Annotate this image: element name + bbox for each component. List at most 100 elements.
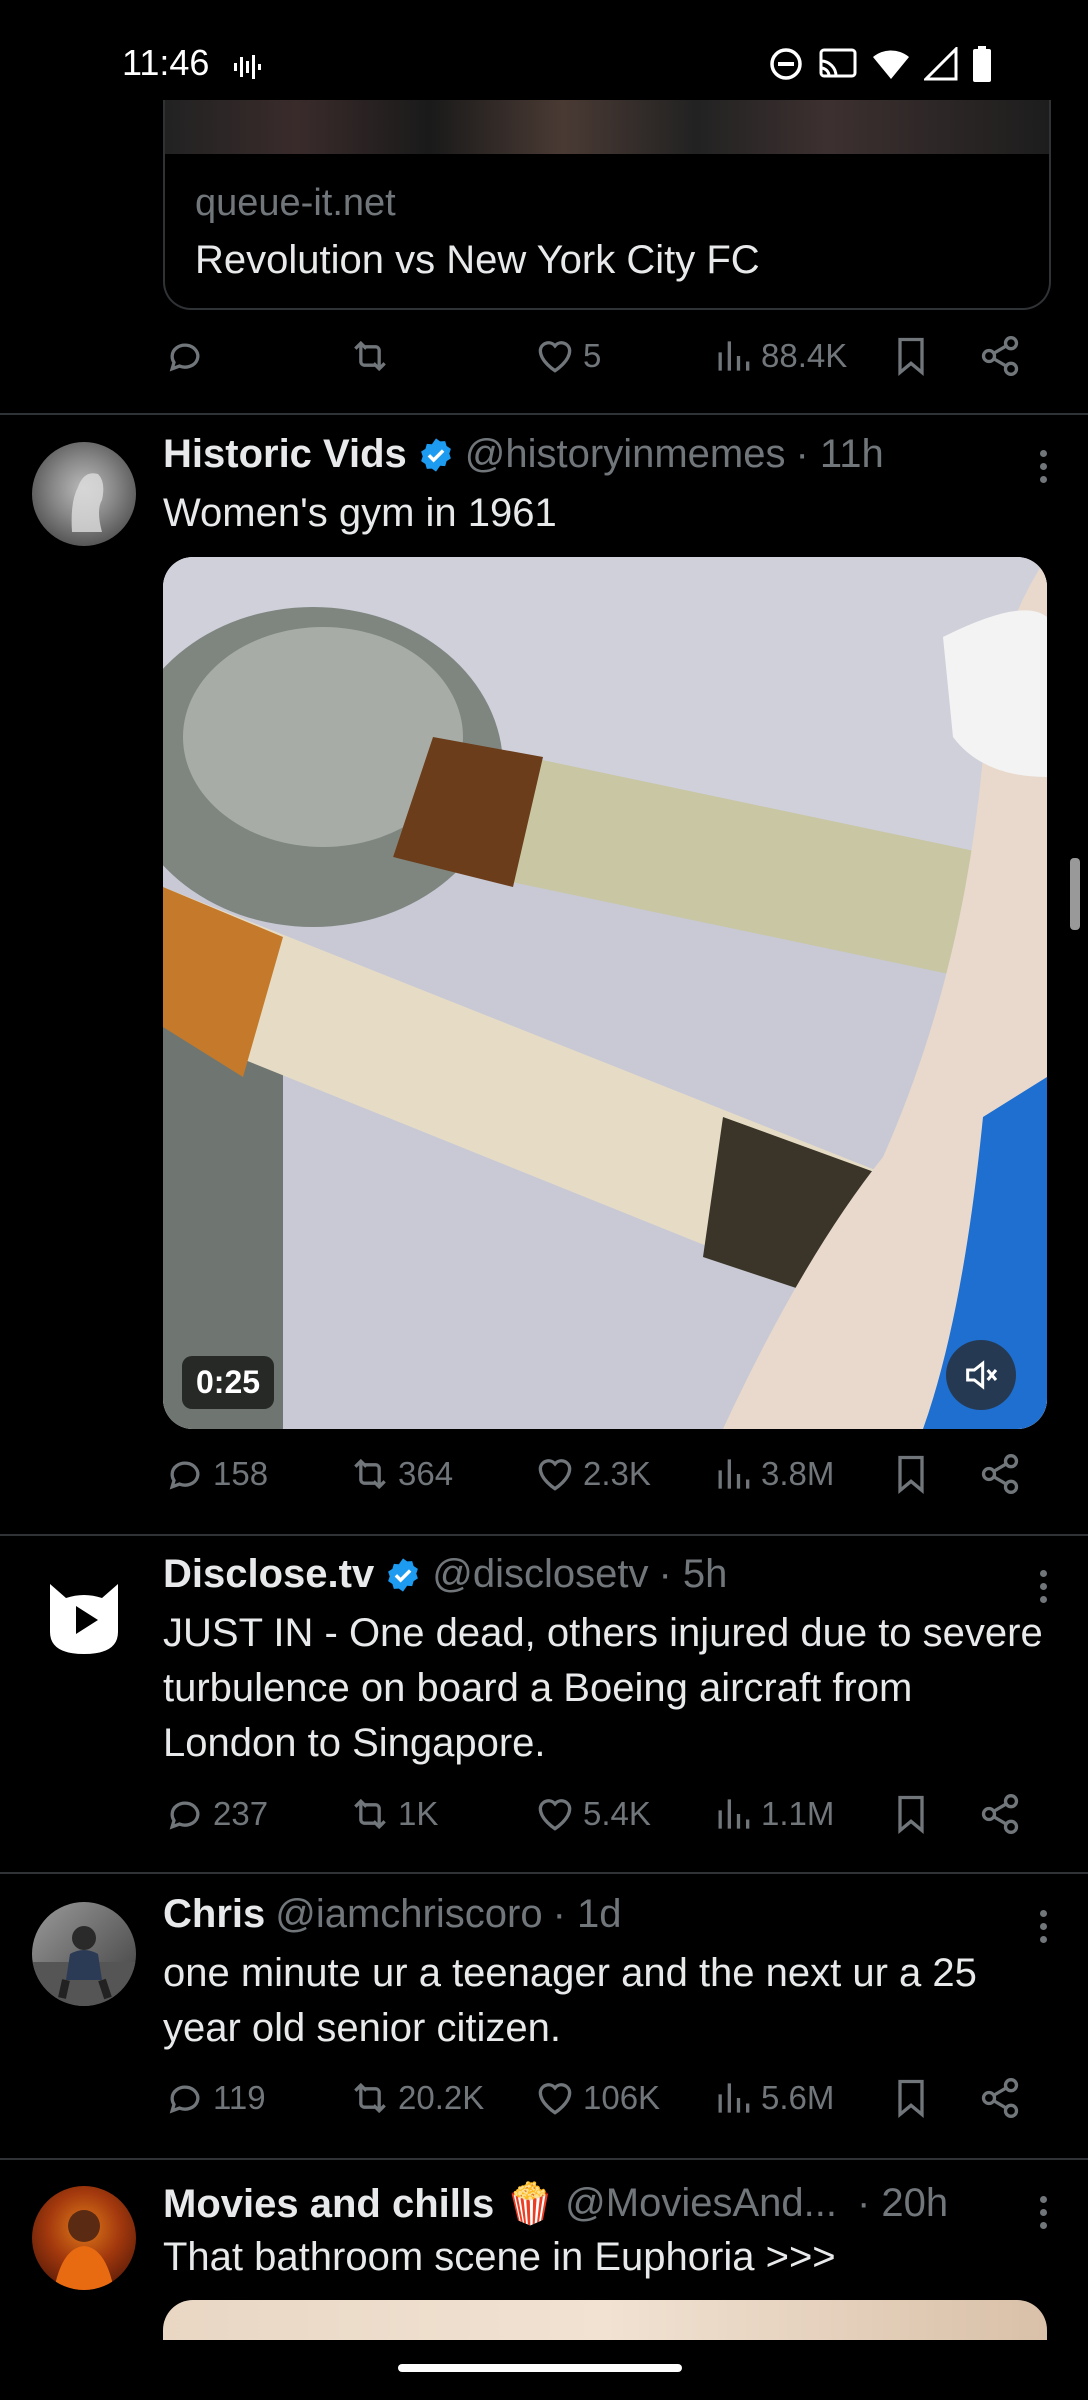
like-count: 5.4K xyxy=(583,1795,651,1832)
retweet-count: 1K xyxy=(398,1795,439,1832)
link-domain: queue-it.net xyxy=(195,182,396,224)
heart-icon xyxy=(538,341,572,373)
tweet-header: Movies and chills 🍿 @MoviesAnd... · 20h xyxy=(163,2180,948,2227)
action-bar: 158 364 2.3K 3.8M xyxy=(163,1452,1043,1512)
avatar[interactable] xyxy=(32,1902,136,2006)
action-bar: 119 20.2K 106K 5.6M xyxy=(163,2076,1043,2136)
reply-icon xyxy=(169,1461,200,1490)
tweet-text: one minute ur a teenager and the next ur… xyxy=(163,1951,977,2050)
divider xyxy=(0,413,1088,415)
share-button[interactable] xyxy=(978,2076,1022,2120)
more-options-icon[interactable] xyxy=(1040,1564,1050,1609)
dnd-icon xyxy=(770,48,802,80)
bookmark-button[interactable] xyxy=(889,1792,933,1836)
more-options-icon[interactable] xyxy=(1040,1904,1050,1949)
views-icon xyxy=(718,1459,750,1489)
share-icon xyxy=(981,1454,1019,1494)
bookmark-button[interactable] xyxy=(889,2076,933,2120)
avatar[interactable] xyxy=(32,442,136,546)
heart-icon xyxy=(538,2083,572,2115)
more-options-icon[interactable] xyxy=(1040,2190,1050,2235)
handle[interactable]: @disclosetv xyxy=(432,1552,648,1597)
handle[interactable]: @iamchriscoro xyxy=(275,1892,542,1937)
link-preview-image xyxy=(165,100,1049,154)
display-name[interactable]: Chris xyxy=(163,1892,265,1937)
views-count: 88.4K xyxy=(761,337,848,374)
retweet-count: 364 xyxy=(398,1455,454,1492)
reply-button[interactable] xyxy=(163,334,207,378)
verified-badge-icon xyxy=(420,437,451,472)
views-button[interactable]: 88.4K xyxy=(711,334,847,378)
media-preview[interactable] xyxy=(163,2300,1047,2340)
retweet-button[interactable]: 1K xyxy=(348,1792,438,1836)
like-button[interactable]: 106K xyxy=(533,2076,660,2120)
views-count: 3.8M xyxy=(761,1455,835,1492)
action-bar: 237 1K 5.4K 1.1M xyxy=(163,1792,1043,1852)
views-count: 1.1M xyxy=(761,1795,835,1832)
share-icon xyxy=(981,336,1019,376)
share-button[interactable] xyxy=(978,334,1022,378)
share-button[interactable] xyxy=(978,1452,1022,1496)
display-name[interactable]: Historic Vids xyxy=(163,432,407,477)
heart-icon xyxy=(538,1459,572,1491)
reply-icon xyxy=(169,1801,200,1830)
like-button[interactable]: 5 xyxy=(533,334,601,378)
wifi-icon xyxy=(873,50,909,79)
retweet-icon xyxy=(354,2082,386,2114)
cell-signal-icon xyxy=(924,47,958,81)
avatar[interactable] xyxy=(32,2186,136,2290)
retweet-button[interactable]: 20.2K xyxy=(348,2076,484,2120)
handle[interactable]: @MoviesAnd... xyxy=(565,2181,837,2226)
views-icon xyxy=(718,2083,750,2113)
link-title[interactable]: Revolution vs New York City FC xyxy=(195,238,760,283)
tweet-text: That bathroom scene in Euphoria >>> xyxy=(163,2235,836,2279)
retweet-count: 20.2K xyxy=(398,2079,485,2116)
share-icon xyxy=(981,1794,1019,1834)
status-icons xyxy=(768,46,992,82)
bookmark-icon xyxy=(898,1795,924,1835)
divider xyxy=(0,1534,1088,1536)
timestamp: · 11h xyxy=(795,432,884,476)
bookmark-icon xyxy=(898,1455,924,1495)
video-duration: 0:25 xyxy=(182,1356,275,1409)
views-icon xyxy=(718,341,750,371)
status-time: 11:46 xyxy=(122,42,210,83)
bookmark-icon xyxy=(898,337,924,377)
like-count: 5 xyxy=(583,337,602,374)
video-player[interactable] xyxy=(163,557,1047,1429)
scrollbar[interactable] xyxy=(1070,858,1080,930)
views-button[interactable]: 1.1M xyxy=(711,1792,834,1836)
handle[interactable]: @historyinmemes xyxy=(465,432,786,477)
retweet-icon xyxy=(354,1798,386,1830)
bookmark-button[interactable] xyxy=(889,1452,933,1496)
like-count: 2.3K xyxy=(583,1455,651,1492)
home-gesture-bar[interactable] xyxy=(398,2364,682,2372)
views-button[interactable]: 3.8M xyxy=(711,1452,834,1496)
timestamp: · 1d xyxy=(552,1892,622,1936)
retweet-button[interactable]: 364 xyxy=(348,1452,453,1496)
views-icon xyxy=(718,1799,750,1829)
reply-icon xyxy=(169,343,200,372)
verified-badge-icon xyxy=(388,1557,419,1592)
volume-muted-icon xyxy=(966,1360,998,1390)
like-button[interactable]: 2.3K xyxy=(533,1452,651,1496)
bookmark-icon xyxy=(898,2079,924,2119)
retweet-button[interactable] xyxy=(348,334,392,378)
reply-button[interactable]: 237 xyxy=(163,1792,268,1836)
share-button[interactable] xyxy=(978,1792,1022,1836)
tweet-text: JUST IN - One dead, others injured due t… xyxy=(163,1611,1043,1765)
reply-button[interactable]: 158 xyxy=(163,1452,268,1496)
display-name[interactable]: Movies and chills 🍿 xyxy=(163,2180,555,2227)
like-button[interactable]: 5.4K xyxy=(533,1792,651,1836)
mute-button[interactable] xyxy=(946,1340,1016,1410)
action-bar: 5 88.4K xyxy=(163,334,1043,394)
reply-count: 119 xyxy=(213,2079,266,2116)
more-options-icon[interactable] xyxy=(1040,444,1050,489)
views-count: 5.6M xyxy=(761,2079,835,2116)
bookmark-button[interactable] xyxy=(889,334,933,378)
display-name[interactable]: Disclose.tv xyxy=(163,1552,374,1597)
views-button[interactable]: 5.6M xyxy=(711,2076,834,2120)
reply-button[interactable]: 119 xyxy=(163,2076,266,2120)
voice-activity-icon xyxy=(232,52,262,87)
avatar[interactable] xyxy=(32,1562,136,1666)
